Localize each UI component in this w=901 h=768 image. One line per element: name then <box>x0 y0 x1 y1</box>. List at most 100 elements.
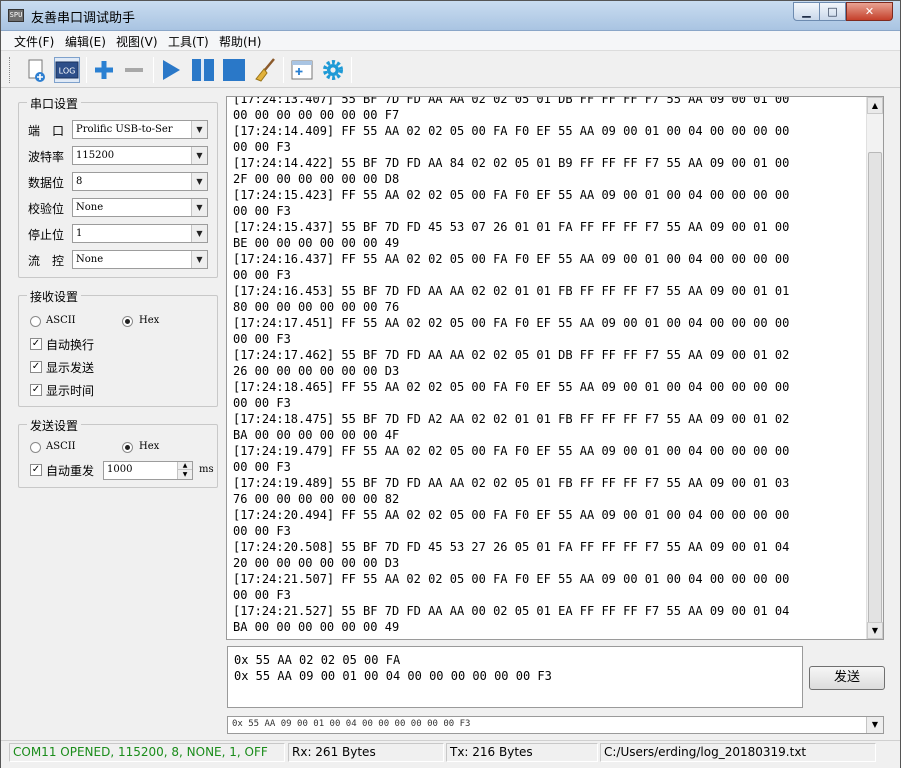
remove-icon <box>125 68 143 72</box>
menu-view[interactable]: 视图(V) <box>116 33 158 50</box>
auto-resend-label: 自动重发 <box>46 464 95 478</box>
remove-button[interactable] <box>121 57 147 83</box>
log-button[interactable]: LOG <box>54 57 80 83</box>
send-settings-title: 发送设置 <box>27 417 82 434</box>
tx-count: Tx: 216 Bytes <box>446 743 598 762</box>
baud-value: 115200 <box>76 150 115 161</box>
chevron-down-icon[interactable]: ▼ <box>191 173 207 190</box>
flow-label: 流 控 <box>28 254 65 268</box>
chevron-down-icon[interactable]: ▼ <box>191 251 207 268</box>
send-button[interactable]: 发送 <box>809 666 885 690</box>
receive-hex-radio[interactable] <box>122 316 133 327</box>
chevron-down-icon[interactable]: ▼ <box>191 199 207 216</box>
settings-button[interactable] <box>320 57 346 83</box>
send-ascii-label: ASCII <box>46 441 76 452</box>
pause-button[interactable] <box>190 57 216 83</box>
new-page-icon <box>28 59 45 82</box>
menu-tools[interactable]: 工具(T) <box>168 33 209 50</box>
send-text: 0x 55 AA 02 02 05 00 FA 0x 55 AA 09 00 0… <box>234 653 552 683</box>
send-hex-label: Hex <box>139 441 160 452</box>
close-button[interactable]: ✕ <box>846 2 893 21</box>
port-select[interactable]: Prolific USB-to-Ser ▼ <box>72 120 208 139</box>
window-title: 友善串口调试助手 <box>31 11 136 26</box>
stepper-up-icon[interactable]: ▲ <box>177 462 192 470</box>
stopbits-select[interactable]: 1 ▼ <box>72 224 208 243</box>
stop-button[interactable] <box>221 57 247 83</box>
stop-icon <box>223 59 245 81</box>
baud-select[interactable]: 115200 ▼ <box>72 146 208 165</box>
menu-edit[interactable]: 编辑(E) <box>65 33 106 50</box>
auto-newline-label: 自动换行 <box>46 338 95 352</box>
receive-log-text: [17:24:13.407] 55 BF 7D FD AA AA 02 02 0… <box>233 96 790 634</box>
receive-ascii-label: ASCII <box>46 315 76 326</box>
menu-bar: 文件(F) 编辑(E) 视图(V) 工具(T) 帮助(H) <box>1 31 900 51</box>
auto-newline-checkbox[interactable]: ✓ <box>30 338 42 350</box>
scroll-down-icon[interactable]: ▼ <box>867 622 883 639</box>
serial-settings-title: 串口设置 <box>27 95 82 112</box>
receive-scrollbar[interactable]: ▲ ▼ <box>866 97 883 639</box>
toolbar-separator <box>351 57 352 83</box>
play-button[interactable] <box>158 57 184 83</box>
rx-count: Rx: 261 Bytes <box>288 743 444 762</box>
serial-settings-group: 串口设置 端 口 Prolific USB-to-Ser ▼ 波特率 11520… <box>18 95 218 278</box>
auto-resend-checkbox[interactable]: ✓ <box>30 464 42 476</box>
flow-select[interactable]: None ▼ <box>72 250 208 269</box>
clear-button[interactable] <box>252 57 278 83</box>
connection-status-text: COM11 OPENED, 115200, 8, NONE, 1, OFF <box>13 745 268 759</box>
resend-interval-value: 1000 <box>107 464 133 475</box>
gear-icon <box>323 60 343 80</box>
send-settings-group: 发送设置 ASCII Hex ✓ 自动重发 1000 ▲ ▼ ms <box>18 417 218 488</box>
resend-interval-stepper[interactable]: 1000 ▲ ▼ <box>103 461 193 480</box>
parity-value: None <box>76 202 104 213</box>
connection-status: COM11 OPENED, 115200, 8, NONE, 1, OFF <box>9 743 285 762</box>
receive-textarea[interactable]: [17:24:13.407] 55 BF 7D FD AA AA 02 02 0… <box>226 96 884 640</box>
chevron-down-icon[interactable]: ▼ <box>191 225 207 242</box>
new-page-button[interactable] <box>23 57 49 83</box>
add-window-icon <box>291 60 313 80</box>
log-icon: LOG <box>55 61 79 79</box>
add-button[interactable] <box>91 57 117 83</box>
scrollbar-thumb[interactable] <box>868 152 882 624</box>
app-window: SPU 友善串口调试助手 ▁ □ ✕ 文件(F) 编辑(E) 视图(V) 工具(… <box>0 0 901 768</box>
toolbar-separator <box>86 57 87 83</box>
menu-help[interactable]: 帮助(H) <box>219 33 261 50</box>
receive-hex-label: Hex <box>139 315 160 326</box>
toolbar: LOG <box>1 52 900 88</box>
show-time-checkbox[interactable]: ✓ <box>30 384 42 396</box>
toolbar-grip[interactable] <box>9 57 12 83</box>
send-history-text: 0x 55 AA 02 02 05 00 FA 0x 55 AA 09 00 0… <box>232 717 471 729</box>
add-window-button[interactable] <box>289 57 315 83</box>
flow-value: None <box>76 254 104 265</box>
parity-select[interactable]: None ▼ <box>72 198 208 217</box>
baud-label: 波特率 <box>28 150 65 164</box>
show-send-checkbox[interactable]: ✓ <box>30 361 42 373</box>
send-ascii-radio[interactable] <box>30 442 41 453</box>
send-hex-radio[interactable] <box>122 442 133 453</box>
rx-count-text: Rx: 261 Bytes <box>292 745 376 759</box>
chevron-down-icon[interactable]: ▼ <box>191 121 207 138</box>
receive-ascii-radio[interactable] <box>30 316 41 327</box>
minimize-icon: ▁ <box>802 5 811 18</box>
log-path-text: C:/Users/erding/log_20180319.txt <box>604 745 807 759</box>
log-label: LOG <box>59 67 76 76</box>
send-textarea[interactable]: 0x 55 AA 02 02 05 00 FA 0x 55 AA 09 00 0… <box>227 646 803 708</box>
toolbar-separator <box>153 57 154 83</box>
app-icon: SPU <box>8 9 24 22</box>
receive-settings-group: 接收设置 ASCII Hex ✓ 自动换行 ✓ 显示发送 ✓ 显示时间 <box>18 288 218 407</box>
scroll-up-icon[interactable]: ▲ <box>867 97 883 114</box>
title-bar[interactable]: SPU 友善串口调试助手 ▁ □ ✕ <box>1 1 900 31</box>
chevron-down-icon[interactable]: ▼ <box>191 147 207 164</box>
chevron-down-icon[interactable]: ▼ <box>866 717 883 733</box>
stepper-down-icon[interactable]: ▼ <box>177 470 192 479</box>
stopbits-label: 停止位 <box>28 228 65 242</box>
maximize-button[interactable]: □ <box>819 2 846 21</box>
show-send-label: 显示发送 <box>46 361 95 375</box>
close-icon: ✕ <box>864 5 875 18</box>
send-history-select[interactable]: 0x 55 AA 02 02 05 00 FA 0x 55 AA 09 00 0… <box>227 716 884 734</box>
port-value: Prolific USB-to-Ser <box>76 124 173 135</box>
databits-select[interactable]: 8 ▼ <box>72 172 208 191</box>
menu-file[interactable]: 文件(F) <box>14 33 54 50</box>
tx-count-text: Tx: 216 Bytes <box>450 745 533 759</box>
log-path: C:/Users/erding/log_20180319.txt <box>600 743 876 762</box>
minimize-button[interactable]: ▁ <box>793 2 820 21</box>
